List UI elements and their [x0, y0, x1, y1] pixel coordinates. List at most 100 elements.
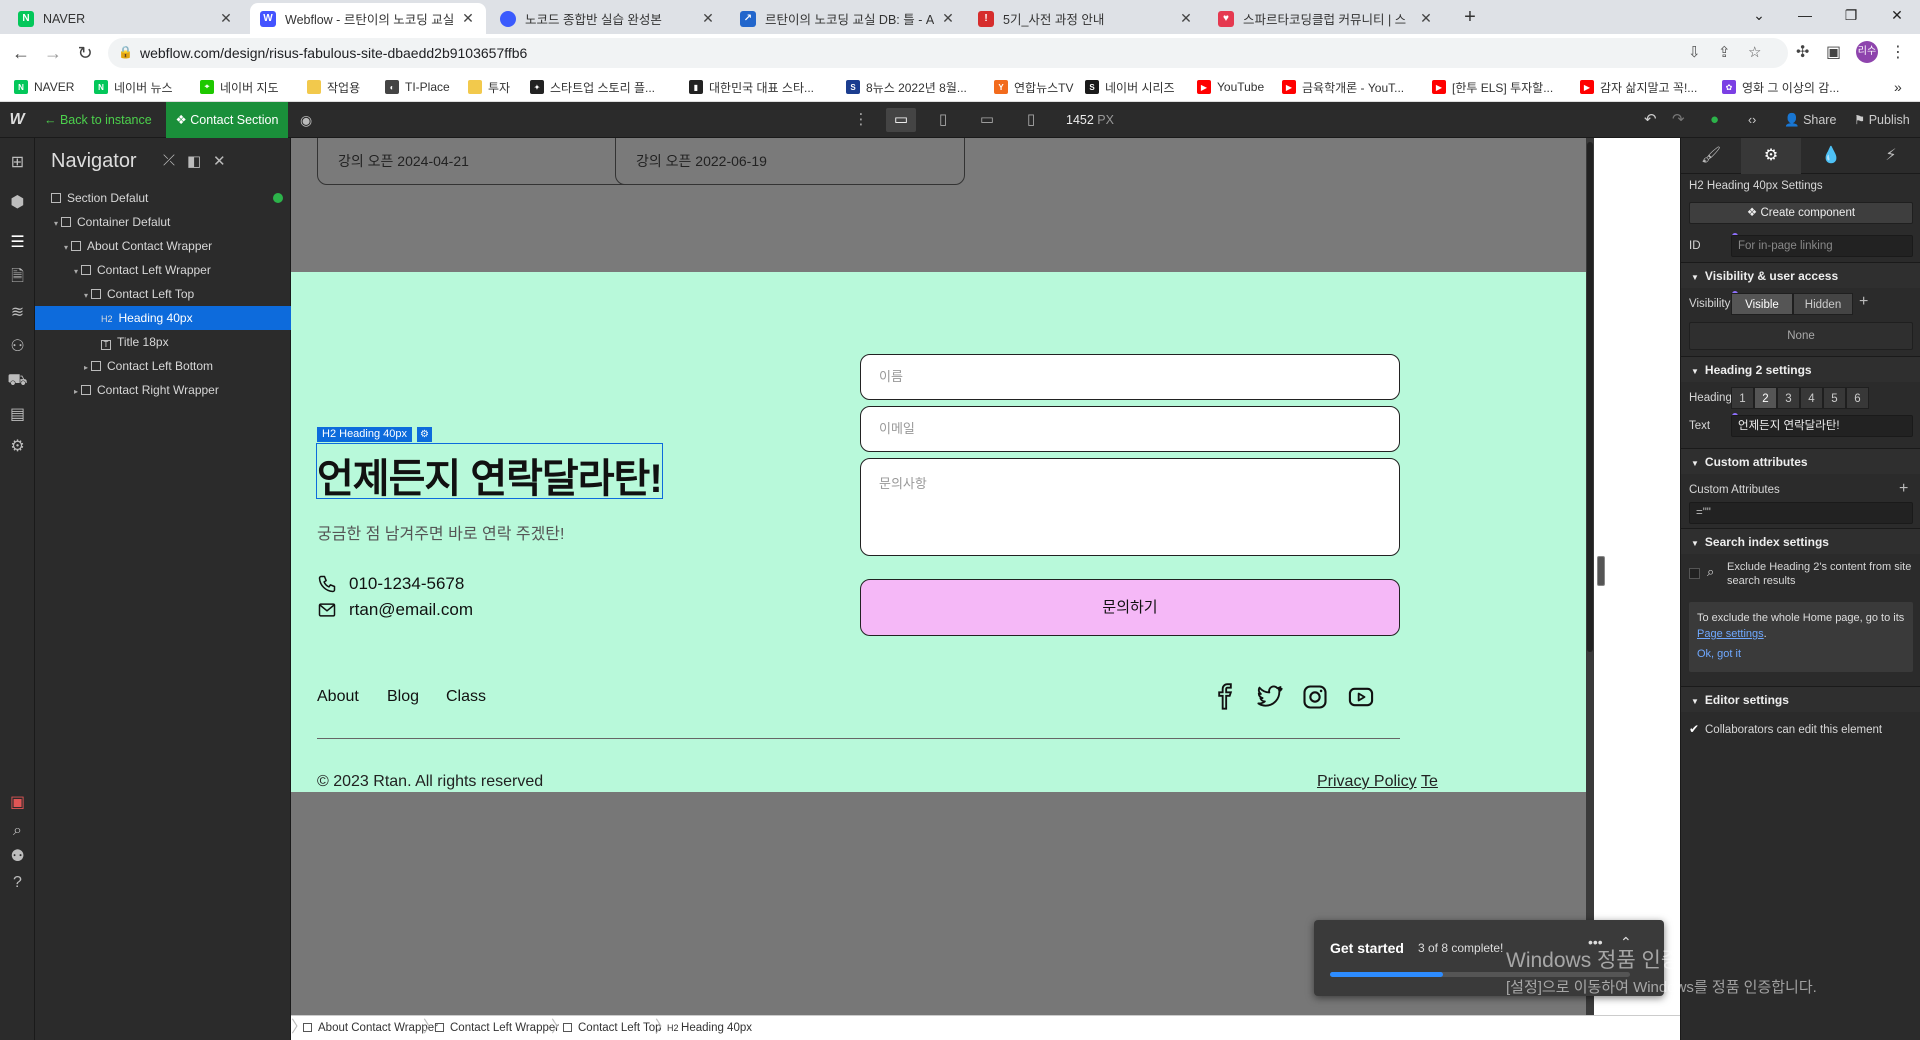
mobile-landscape-breakpoint-icon[interactable]: ▭: [972, 108, 1002, 132]
ecommerce-icon[interactable]: ⛟: [5, 368, 30, 393]
navigator-node[interactable]: T Title 18px: [35, 330, 291, 354]
bookmark-item[interactable]: ⌖ 네이버 지도: [200, 77, 279, 97]
back-arrow-icon[interactable]: ←: [8, 40, 34, 66]
close-navigator-icon[interactable]: ✕: [213, 152, 226, 170]
breadcrumb-item[interactable]: H2 Heading 40px: [667, 1016, 752, 1040]
close-window-button[interactable]: ✕: [1874, 0, 1920, 30]
breadcrumb-item[interactable]: About Contact Wrapper: [303, 1016, 438, 1040]
bookmark-item[interactable]: ▶ [한투 ELS] 투자할...: [1432, 77, 1553, 97]
dock-panel-icon[interactable]: ◧: [187, 152, 201, 170]
id-input[interactable]: For in-page linking: [1731, 235, 1913, 257]
caret-down-icon[interactable]: ▾: [81, 284, 91, 308]
navigator-node[interactable]: ▾ Container Defalut: [35, 210, 291, 234]
bookmark-item[interactable]: ▶ 금육학개론 - YouT...: [1282, 77, 1404, 97]
caret-right-icon[interactable]: ▸: [81, 356, 91, 380]
component-chip[interactable]: ❖ Contact Section: [166, 102, 288, 138]
exclude-checkbox[interactable]: [1689, 568, 1700, 579]
navigator-icon[interactable]: ☰: [5, 230, 30, 255]
facebook-icon[interactable]: [1211, 683, 1239, 711]
style-manager-drops-icon[interactable]: 💧: [1801, 138, 1861, 174]
footer-link-class[interactable]: Class: [446, 688, 486, 706]
heading-level-1-option[interactable]: 1: [1731, 387, 1754, 409]
forward-arrow-icon[interactable]: →: [40, 40, 66, 66]
sidepanel-icon[interactable]: ▣: [1826, 42, 1841, 62]
redo-icon[interactable]: ↷: [1672, 102, 1685, 138]
breadcrumb-item[interactable]: Contact Left Top: [563, 1016, 662, 1040]
instagram-icon[interactable]: [1301, 683, 1329, 711]
browser-tab[interactable]: N NAVER ✕: [8, 3, 244, 34]
bookmark-item[interactable]: ◐ TI-Place: [385, 77, 450, 97]
browser-tab[interactable]: 노코드 종합반 실습 완성본 ✕: [490, 3, 726, 34]
browser-tab[interactable]: W Webflow - 르탄이의 노코딩 교실 ✕: [250, 3, 486, 34]
heading-settings-header[interactable]: ▼ Heading 2 settings: [1681, 356, 1920, 382]
bookmark-item[interactable]: N 네이버 뉴스: [94, 77, 173, 97]
heading-level-5-option[interactable]: 5: [1823, 387, 1846, 409]
bookmark-item[interactable]: ✿ 영화 그 이상의 감...: [1722, 77, 1839, 97]
element-settings-gear-icon[interactable]: ⚙: [417, 427, 432, 442]
caret-down-icon[interactable]: ▾: [51, 212, 61, 236]
cms-icon[interactable]: ≋: [5, 300, 30, 325]
canvas-resize-handle[interactable]: [1597, 556, 1605, 586]
custom-attribute-row[interactable]: ="": [1689, 502, 1913, 524]
terms-link[interactable]: Te: [1421, 773, 1438, 791]
canvas-scrollbar-thumb[interactable]: [1587, 142, 1593, 652]
caret-right-icon[interactable]: ▸: [71, 380, 81, 404]
search-index-header[interactable]: ▼ Search index settings: [1681, 528, 1920, 554]
close-tab-icon[interactable]: ✕: [940, 10, 956, 27]
interactions-bolt-icon[interactable]: ⚡: [1861, 138, 1920, 174]
add-attribute-plus-icon[interactable]: +: [1899, 480, 1908, 498]
visibility-hidden-option[interactable]: Hidden: [1793, 293, 1853, 315]
navigator-node[interactable]: ▾ Contact Left Top: [35, 282, 291, 306]
bookmark-item[interactable]: ✦ 스타트업 스토리 플...: [530, 77, 655, 97]
heading-level-3-option[interactable]: 3: [1777, 387, 1800, 409]
bookmark-item[interactable]: Y 연합뉴스TV: [994, 77, 1074, 97]
add-elements-icon[interactable]: ⊞: [5, 150, 30, 175]
extensions-icon[interactable]: ✣: [1796, 42, 1809, 62]
chrome-menu-icon[interactable]: ⋮: [1890, 42, 1906, 62]
help-icon[interactable]: ?: [5, 870, 30, 895]
close-tab-icon[interactable]: ✕: [460, 10, 476, 27]
email-field[interactable]: 이메일: [860, 406, 1400, 452]
components-icon[interactable]: ⬢: [5, 190, 30, 215]
bookmark-item[interactable]: S 네이버 시리즈: [1085, 77, 1175, 97]
navigator-node[interactable]: ▾ About Contact Wrapper: [35, 234, 291, 258]
desktop-base-breakpoint-icon[interactable]: ▭: [886, 108, 916, 132]
reload-icon[interactable]: ↻: [72, 40, 98, 66]
contact-subtitle[interactable]: 궁금한 점 남겨주면 바로 연락 주겠탄!: [317, 520, 564, 544]
share-button[interactable]: 👤 Share: [1784, 102, 1836, 138]
more-bookmarks-icon[interactable]: »: [1894, 77, 1902, 97]
twitter-icon[interactable]: [1256, 683, 1284, 711]
page-settings-link[interactable]: Page settings: [1697, 628, 1764, 640]
navigator-node[interactable]: Section Defalut: [35, 186, 291, 210]
navigator-node[interactable]: H2 Heading 40px: [35, 306, 291, 330]
omnibox[interactable]: 🔒 webflow.com/design/risus-fabulous-site…: [108, 38, 1788, 68]
code-icon[interactable]: ‹›: [1748, 102, 1756, 138]
visibility-section-header[interactable]: ▼ Visibility & user access: [1681, 262, 1920, 288]
maximize-button[interactable]: ❐: [1828, 0, 1874, 30]
submit-button[interactable]: 문의하기: [860, 579, 1400, 636]
bookmark-item[interactable]: N NAVER: [14, 77, 74, 97]
browser-tab[interactable]: ↗ 르탄이의 노코딩 교실 DB: 틀 - A ✕: [730, 3, 966, 34]
editor-settings-header[interactable]: ▼ Editor settings: [1681, 686, 1920, 712]
settings-gear-icon[interactable]: ⚙: [5, 434, 30, 459]
close-tab-icon[interactable]: ✕: [218, 10, 234, 27]
close-tab-icon[interactable]: ✕: [1178, 10, 1194, 27]
visibility-visible-option[interactable]: Visible: [1731, 293, 1793, 315]
design-canvas[interactable]: 강의 오픈 2024-04-21 강의 오픈 2022-06-19 H2 Hea…: [291, 138, 1586, 1015]
pages-icon[interactable]: 🗎: [5, 264, 30, 289]
publish-button[interactable]: ⚑ Publish: [1854, 102, 1910, 138]
search-icon[interactable]: ⌕: [5, 818, 30, 843]
navigator-node[interactable]: ▾ Contact Left Wrapper: [35, 258, 291, 282]
share-icon[interactable]: ⇪: [1718, 43, 1731, 61]
tab-search-icon[interactable]: ⌄: [1736, 0, 1782, 30]
create-component-button[interactable]: ❖ Create component: [1689, 202, 1913, 224]
heading-level-2-option[interactable]: 2: [1754, 387, 1777, 409]
footer-link-about[interactable]: About: [317, 688, 359, 706]
close-tab-icon[interactable]: ✕: [700, 10, 716, 27]
navigator-node[interactable]: ▸ Contact Right Wrapper: [35, 378, 291, 402]
new-tab-button[interactable]: +: [1456, 4, 1484, 32]
back-to-instance-link[interactable]: ← Back to instance: [36, 102, 152, 138]
bookmark-item[interactable]: ▶ 감자 삶지말고 꼭!...: [1580, 77, 1697, 97]
record-icon[interactable]: ▣: [5, 790, 30, 815]
heading-text-input[interactable]: 언제든지 연락달라탄!: [1731, 415, 1913, 437]
